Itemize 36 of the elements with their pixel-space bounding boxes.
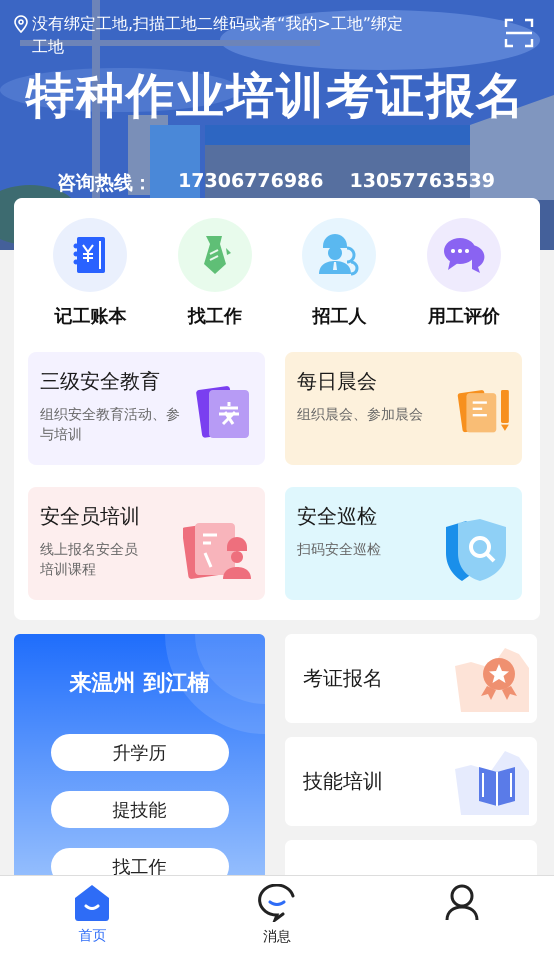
location-notice: 没有绑定工地,扫描工地二维码或者“我的>工地”绑定工地 — [32, 13, 404, 58]
card-title: 每日晨会 — [297, 368, 378, 395]
card-title: 安全巡检 — [297, 503, 378, 530]
tab[interactable]: 首页 — [0, 876, 185, 953]
promo-button[interactable]: 升学历 — [50, 734, 228, 771]
card-description: 线上报名安全员培训课程 — [40, 541, 139, 580]
promo-button[interactable]: 提技能 — [50, 791, 228, 828]
user-icon — [444, 884, 480, 921]
card-title: 三级安全教育 — [40, 368, 161, 395]
feature-card[interactable]: 安全巡检 扫码安全巡检 — [285, 487, 522, 600]
hotline-label: 咨询热线： — [57, 171, 152, 196]
quick-action[interactable]: 找工作 — [152, 218, 277, 328]
quick-action[interactable]: 招工人 — [277, 218, 402, 328]
promo-title: 来温州 到江楠 — [70, 670, 210, 698]
service-card[interactable]: 技能培训 — [285, 737, 537, 826]
feature-card[interactable]: 每日晨会 组织晨会、参加晨会 — [285, 352, 522, 465]
worker-icon — [317, 234, 362, 276]
chat-bubble-icon — [256, 884, 297, 922]
banner-title: 特种作业培训考证报名 — [24, 67, 527, 126]
service-card[interactable]: 考证报名 — [285, 634, 537, 723]
quick-action[interactable]: 记工账本 — [28, 218, 152, 328]
card-description: 组织晨会、参加晨会 — [297, 406, 424, 425]
card-description: 组织安全教育活动、参与培训 — [40, 406, 180, 445]
location-pin-icon — [14, 15, 28, 33]
phone-number: 13057763539 — [350, 170, 495, 194]
feature-card[interactable]: 三级安全教育 组织安全教育活动、参与培训 — [28, 352, 265, 465]
home-icon — [74, 884, 110, 921]
promo-button[interactable]: 找工作 — [50, 848, 228, 875]
phone-number: 17306776986 — [178, 170, 324, 194]
feature-card[interactable]: 安全员培训 线上报名安全员培训课程 — [28, 487, 265, 600]
chat-bubbles-icon — [442, 235, 486, 275]
quick-action[interactable]: 用工评价 — [402, 218, 526, 328]
tab[interactable]: 消息 — [184, 876, 370, 953]
card-title: 安全员培训 — [40, 503, 141, 530]
scan-button[interactable] — [504, 18, 536, 50]
card-description: 扫码安全巡检 — [297, 541, 382, 560]
